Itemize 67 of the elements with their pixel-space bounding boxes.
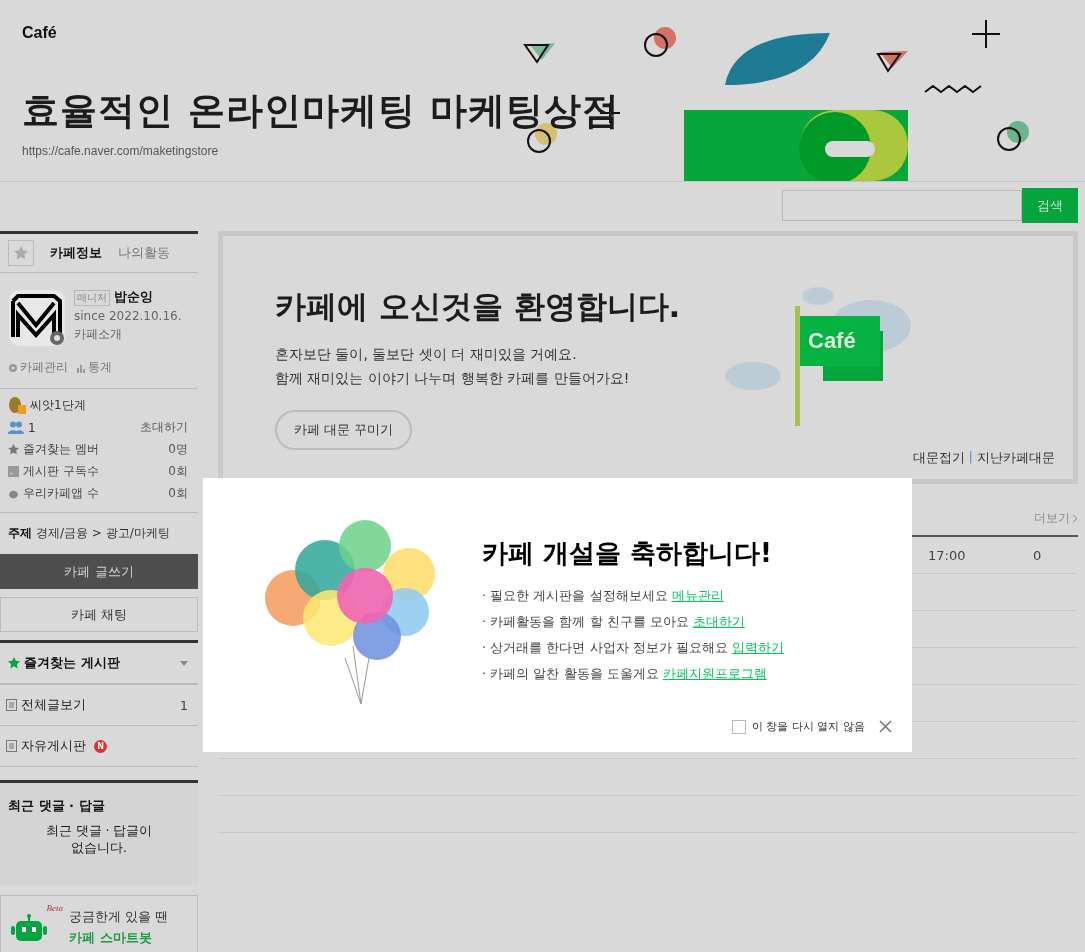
smartbot-prompt: 궁금한게 있을 땐 (69, 907, 169, 926)
cafe-url: https://cafe.naver.com/maketingstore (22, 144, 220, 158)
manager-name: 밥순잉 (114, 289, 153, 306)
feed-icon (8, 466, 19, 477)
star-icon (8, 444, 19, 455)
stats-link[interactable]: 통계 (76, 359, 112, 376)
topic-category: 경제/금융 > 광고/마케팅 (36, 525, 170, 542)
board-link[interactable]: 전체글보기 1 (0, 685, 198, 726)
popup-title: 카페 개설을 축하합니다! (482, 537, 773, 570)
close-icon[interactable] (879, 720, 892, 733)
welcome-text: 함께 재미있는 이야기 나누며 행복한 카페를 만들어가요! (275, 370, 631, 388)
smartbot-banner[interactable]: Beta 궁금한게 있을 땐 카페 스마트봇 (0, 895, 198, 952)
stat-value: 0회 (168, 463, 188, 480)
stat-label: 우리카페앱 수 (23, 485, 99, 502)
bar-chart-icon (76, 362, 86, 373)
cafe-logo: Café (22, 24, 58, 42)
topic-label: 주제 (8, 525, 32, 542)
past-front-link[interactable]: 지난카페대문 (977, 449, 1055, 467)
recent-comments-title: 최근 댓글 · 답글 (8, 797, 106, 815)
post-time: 17:00 (928, 547, 966, 563)
manager-tag: 매니저 (74, 289, 110, 306)
popup-tip: · 상거래를 한다면 사업자 정보가 필요해요 입력하기 (482, 639, 785, 657)
dropdown-caret-icon[interactable] (180, 660, 188, 666)
stat-value: 0명 (168, 441, 188, 458)
invite-link[interactable]: 초대하기 (140, 419, 188, 436)
cafe-level: 씨앗1단계 (30, 397, 86, 414)
gear-icon (8, 362, 18, 373)
cup-icon (8, 488, 19, 499)
cafe-flag-drawing: Café (723, 286, 923, 426)
welcome-text: 혼자보단 둘이, 둘보단 셋이 더 재미있을 거예요. (275, 346, 578, 364)
beta-label: Beta (46, 903, 63, 913)
sidebar-tab[interactable]: 카페정보 (50, 244, 102, 262)
search-field[interactable] (782, 190, 1022, 221)
smartbot-title: 카페 스마트봇 (69, 928, 153, 947)
write-post-button[interactable]: 카페 글쓰기 (0, 554, 198, 589)
dont-show-checkbox[interactable] (732, 719, 746, 734)
since-date: since 2022.10.16. (74, 309, 182, 323)
sidebar-tab[interactable]: 나의활동 (118, 244, 170, 262)
members-icon (8, 421, 24, 434)
popup-tip: · 카페활동을 함께 할 친구를 모아요 초대하기 (482, 613, 746, 631)
chevron-right-icon (1072, 514, 1078, 523)
dont-show-label: 이 창을 다시 열지 않음 (752, 719, 865, 734)
collapse-front-link[interactable]: 대문접기 (912, 449, 965, 467)
member-count: 1 (28, 420, 36, 435)
new-badge: N (94, 739, 107, 753)
board-link[interactable]: 자유게시판 N (0, 726, 198, 767)
favorite-boards-title: 즐겨찾는 게시판 (24, 654, 120, 672)
decorate-front-button[interactable]: 카페 대문 꾸미기 (275, 410, 412, 450)
document-icon (6, 740, 17, 752)
star-icon (14, 246, 28, 260)
view-count: 0 (1033, 547, 1042, 563)
cafe-intro-link[interactable]: 카페소개 (74, 326, 182, 343)
welcome-title: 카페에 오신것을 환영합니다. (275, 287, 681, 326)
popup-tip: · 필요한 게시판을 설정해보세요 메뉴관리 (482, 587, 725, 605)
cafe-avatar-icon (8, 289, 66, 347)
favorite-star-button[interactable] (8, 240, 34, 266)
cafe-chat-button[interactable]: 카페 채팅 (0, 597, 198, 632)
stat-label: 즐겨찾는 멤버 (23, 441, 99, 458)
stat-value: 0회 (168, 485, 188, 502)
separator: | (968, 449, 973, 466)
seed-badge-icon (8, 397, 26, 414)
star-icon (8, 657, 20, 669)
cafe-manage-link[interactable]: 카페관리 (8, 359, 68, 376)
empty-message: 최근 댓글 · 답글이 없습니다. (44, 823, 154, 857)
document-icon (6, 699, 17, 711)
stat-label: 게시판 구독수 (23, 463, 99, 480)
popup-tip: · 카페의 알찬 활동을 도울게요 카페지원프로그램 (482, 665, 768, 683)
